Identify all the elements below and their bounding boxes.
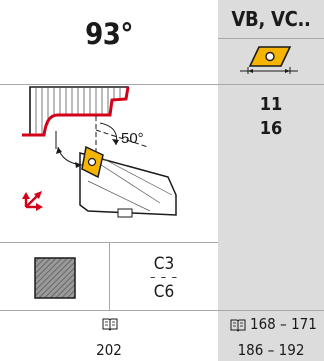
footer-divider (0, 310, 324, 311)
tool-holder-card: 93° VB, VC.. 50° 11 16 C3 – – – C6 202 1… (0, 0, 324, 361)
insert-shape-icon (232, 40, 312, 78)
header-code-divider (218, 38, 324, 39)
quality-separator: – – – (149, 270, 179, 284)
book-icon (102, 317, 118, 331)
size-value-11: 11 (259, 94, 283, 115)
hatched-square-icon (34, 257, 76, 299)
quality-grade-bottom: C6 (153, 282, 175, 302)
insert-code-title: VB, VC.. (231, 7, 311, 31)
turning-diagram (0, 85, 218, 242)
feed-direction-icon (20, 183, 50, 213)
insert-page-ref-2: 186 – 192 (237, 340, 305, 359)
insert-book-icon (230, 318, 246, 332)
size-value-16: 16 (259, 118, 283, 139)
angle-annotation: 50° (121, 130, 144, 147)
approach-angle-title: 93° (85, 17, 133, 51)
insert-page-ref-1: 168 – 171 (250, 315, 317, 333)
holder-page-ref: 202 (96, 340, 122, 359)
